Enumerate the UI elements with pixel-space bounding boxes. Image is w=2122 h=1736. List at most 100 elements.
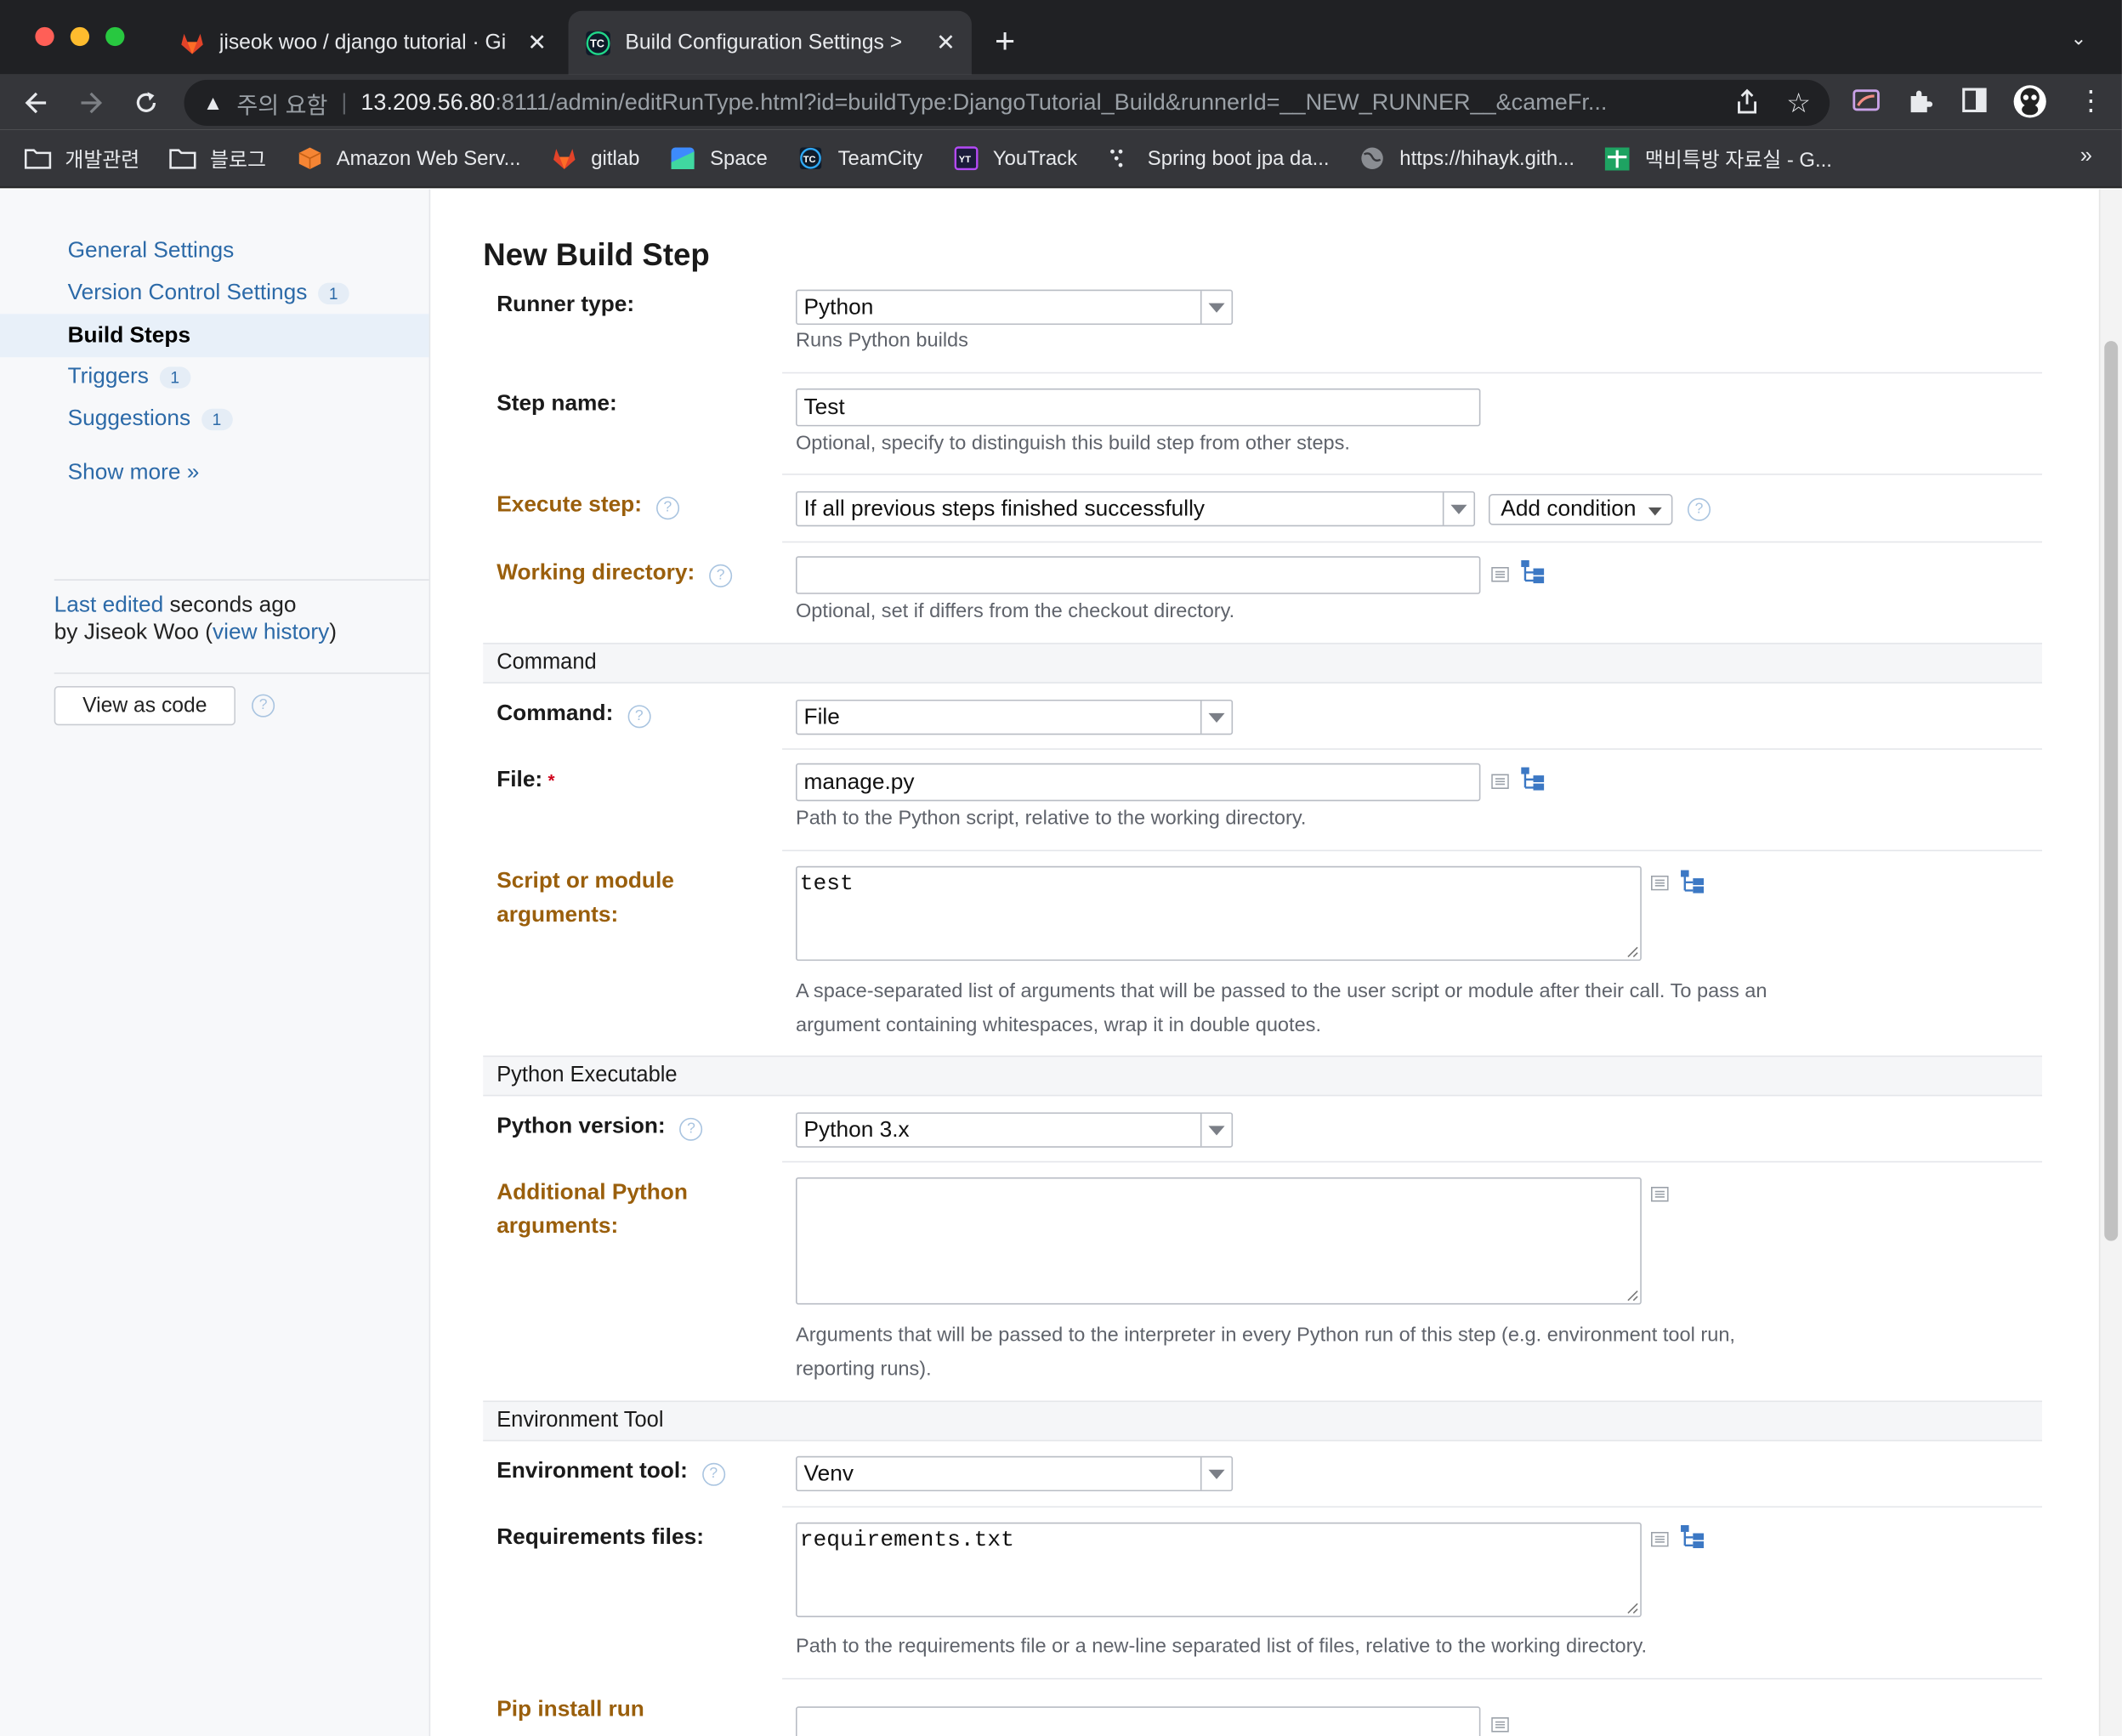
pip-install-run-label: Pip install run — [496, 1697, 644, 1722]
sidebar-item-triggers[interactable]: Triggers 1 — [68, 364, 190, 389]
resize-grip-icon[interactable] — [1626, 946, 1638, 958]
sidebar-item-version-control[interactable]: Version Control Settings 1 — [68, 281, 349, 306]
globe-icon — [1361, 147, 1384, 169]
scrollbar-thumb[interactable] — [2104, 341, 2119, 1241]
runner-type-label: Runner type: — [496, 292, 635, 317]
tab-build-configuration[interactable]: TC Build Configuration Settings > ✕ — [568, 10, 972, 75]
command-select[interactable]: File — [795, 699, 1234, 735]
bookmarks-overflow-button[interactable]: » — [2080, 145, 2092, 169]
browser-menu-icon[interactable]: ⋮ — [2077, 84, 2104, 118]
page-scrollbar[interactable] — [2098, 189, 2122, 1736]
file-input[interactable]: manage.py — [795, 763, 1481, 802]
environment-tool-select[interactable]: Venv — [795, 1455, 1234, 1492]
view-as-code-button[interactable]: View as code — [54, 686, 235, 726]
new-tab-button[interactable]: + — [995, 23, 1015, 58]
step-name-hint: Optional, specify to distinguish this bu… — [795, 433, 1350, 455]
bookmark-teamcity[interactable]: TC TeamCity — [797, 146, 922, 171]
warning-icon[interactable]: ▲ — [203, 91, 224, 114]
help-icon[interactable]: ? — [709, 564, 733, 587]
caret-down-icon — [1648, 507, 1662, 516]
view-history-link[interactable]: view history — [213, 620, 329, 644]
parameter-list-icon[interactable] — [1650, 1187, 1669, 1202]
additional-python-arguments-textarea[interactable] — [795, 1177, 1642, 1305]
parameter-list-icon[interactable] — [1491, 566, 1509, 582]
chevron-down-icon — [1200, 291, 1232, 324]
working-directory-input[interactable] — [795, 556, 1481, 594]
requirements-files-hint: Path to the requirements file or a new-l… — [795, 1636, 1648, 1658]
security-label[interactable]: 주의 요함 — [236, 86, 327, 120]
sidebar: General Settings Version Control Setting… — [0, 189, 431, 1736]
bookmark-sheets[interactable]: 맥비특방 자료실 - G... — [1604, 145, 1832, 173]
bookmark-space[interactable]: Space — [669, 146, 768, 171]
resize-grip-icon[interactable] — [1626, 1290, 1638, 1302]
reload-icon[interactable] — [133, 89, 160, 116]
aws-icon — [298, 147, 321, 169]
address-bar[interactable]: ▲ 주의 요함 | 13.209.56.80 :8111/admin/editR… — [184, 79, 1830, 127]
add-condition-button[interactable]: Add condition — [1488, 494, 1673, 525]
parameter-list-icon[interactable] — [1650, 875, 1669, 891]
profile-avatar-icon[interactable] — [2012, 82, 2047, 121]
count-badge: 1 — [318, 281, 349, 304]
parameter-list-icon[interactable] — [1491, 1716, 1509, 1733]
resize-grip-icon[interactable] — [1626, 1603, 1638, 1614]
tab-search-button[interactable]: ⌄ — [2070, 27, 2086, 50]
chevron-down-icon — [1200, 701, 1232, 734]
forward-icon[interactable] — [77, 89, 105, 116]
side-panel-icon[interactable] — [1962, 88, 1987, 113]
url-host: 13.209.56.80 — [360, 89, 496, 116]
tab-gitlab[interactable]: jiseok woo / django tutorial · Gi ✕ — [162, 11, 563, 75]
maximize-window-button[interactable] — [105, 26, 125, 47]
requirements-files-textarea[interactable]: requirements.txt — [795, 1522, 1642, 1618]
step-name-input[interactable]: Test — [795, 388, 1481, 427]
bookmark-folder-dev[interactable]: 개발관련 — [24, 145, 139, 173]
requirements-files-label: Requirements files: — [496, 1524, 704, 1550]
bookmark-aws[interactable]: Amazon Web Serv... — [296, 146, 520, 171]
file-label: File: * — [496, 767, 555, 792]
script-arguments-textarea[interactable]: test — [795, 865, 1642, 962]
share-icon[interactable] — [1735, 88, 1760, 115]
execute-step-select[interactable]: If all previous steps finished successfu… — [795, 491, 1476, 527]
file-hint: Path to the Python script, relative to t… — [795, 808, 1307, 830]
additional-python-arguments-hint: Arguments that will be passed to the int… — [795, 1325, 1735, 1381]
back-icon[interactable] — [23, 89, 50, 116]
section-header-environment-tool: Environment Tool — [483, 1400, 2043, 1442]
python-version-select[interactable]: Python 3.x — [795, 1112, 1234, 1148]
help-icon[interactable]: ? — [701, 1462, 725, 1486]
help-icon[interactable]: ? — [655, 496, 679, 520]
last-edited-link[interactable]: Last edited — [54, 593, 164, 617]
bookmark-spring-jpa[interactable]: Spring boot jpa da... — [1107, 146, 1330, 171]
sidebar-item-build-steps[interactable]: Build Steps — [0, 314, 429, 358]
sidebar-item-general-settings[interactable]: General Settings — [68, 238, 235, 264]
tab-title: jiseok woo / django tutorial · Gi — [218, 30, 507, 54]
script-arguments-hint: A space-separated list of arguments that… — [795, 981, 1767, 1037]
divider — [782, 1160, 2043, 1163]
bookmark-folder-blog[interactable]: 블로그 — [169, 145, 266, 173]
bookmark-gitlab[interactable]: gitlab — [551, 146, 639, 171]
extensions-puzzle-icon[interactable] — [1907, 88, 1934, 115]
bookmark-star-icon[interactable]: ☆ — [1786, 87, 1811, 121]
help-icon[interactable]: ? — [627, 705, 651, 729]
directory-tree-icon[interactable] — [1521, 560, 1545, 585]
directory-tree-icon[interactable] — [1681, 1524, 1705, 1550]
parameter-list-icon[interactable] — [1491, 774, 1509, 790]
svg-text:YT: YT — [958, 155, 970, 165]
close-window-button[interactable] — [35, 26, 54, 47]
help-icon[interactable]: ? — [252, 694, 275, 718]
directory-tree-icon[interactable] — [1521, 767, 1545, 792]
close-tab-icon[interactable]: ✕ — [527, 29, 547, 56]
parameter-list-icon[interactable] — [1650, 1531, 1669, 1547]
minimize-window-button[interactable] — [70, 26, 90, 47]
help-icon[interactable]: ? — [1687, 497, 1711, 521]
browser-toolbar: ▲ 주의 요함 | 13.209.56.80 :8111/admin/editR… — [0, 74, 2122, 130]
cast-extension-icon[interactable] — [1852, 88, 1880, 112]
bookmark-youtrack[interactable]: YT YouTrack — [952, 146, 1077, 171]
runner-type-select[interactable]: Python — [795, 289, 1234, 326]
directory-tree-icon[interactable] — [1681, 870, 1705, 895]
show-more-link[interactable]: Show more » — [68, 460, 200, 485]
bookmark-hihayk[interactable]: https://hihayk.gith... — [1359, 146, 1574, 171]
divider — [782, 541, 2043, 543]
pip-install-run-input[interactable] — [795, 1706, 1481, 1736]
close-tab-icon[interactable]: ✕ — [936, 29, 956, 56]
sidebar-item-suggestions[interactable]: Suggestions 1 — [68, 406, 233, 432]
help-icon[interactable]: ? — [679, 1117, 703, 1141]
